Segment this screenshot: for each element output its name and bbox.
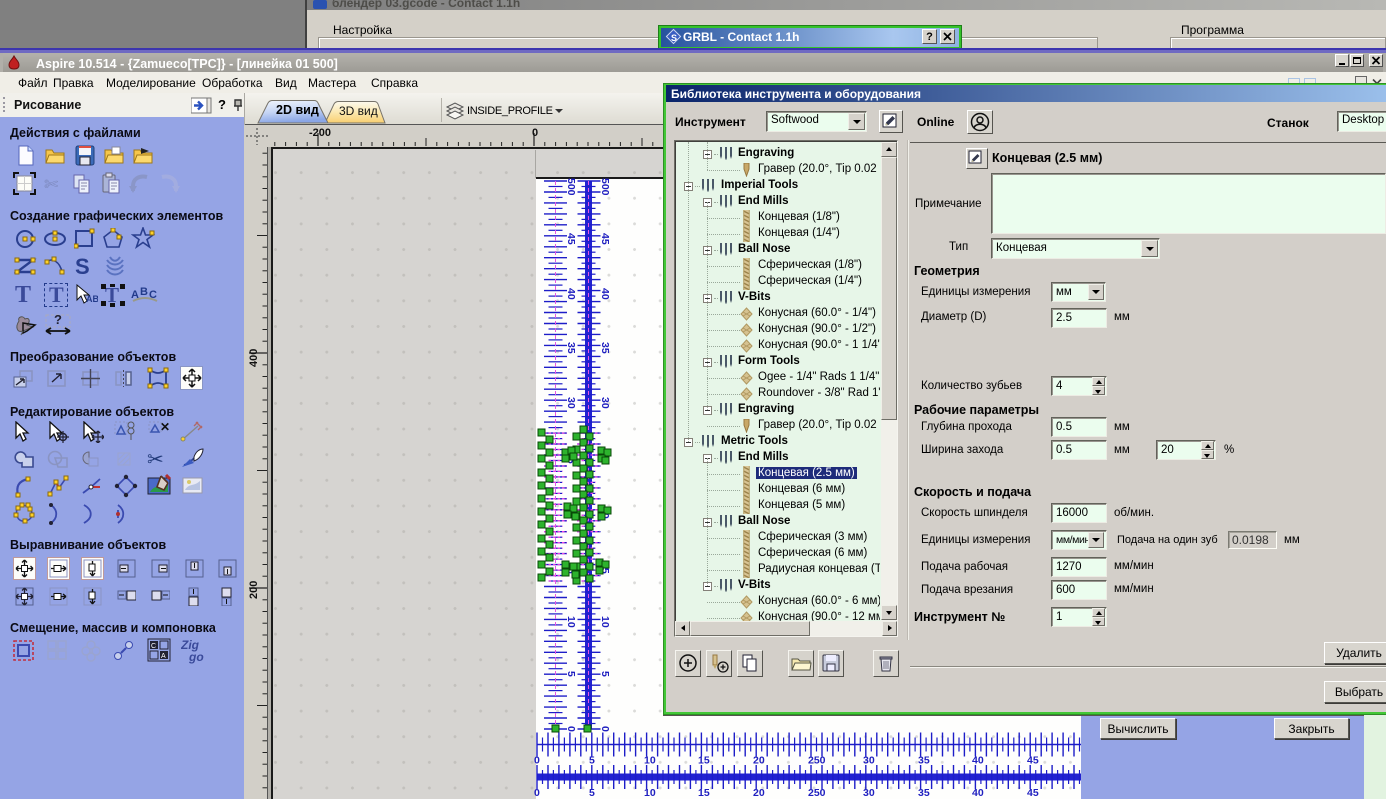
svg-text:AB: AB	[86, 294, 98, 304]
svg-text:go: go	[188, 650, 204, 664]
svg-text:40: 40	[565, 288, 577, 300]
svg-text:0: 0	[534, 787, 540, 799]
svg-text:5: 5	[589, 787, 595, 799]
svg-text:10: 10	[644, 755, 656, 767]
svg-text:30: 30	[863, 787, 875, 799]
svg-text:30: 30	[863, 755, 875, 767]
svg-text:?: ?	[54, 312, 62, 327]
svg-text:✕: ✕	[160, 420, 170, 434]
svg-text:250: 250	[808, 787, 826, 799]
svg-text:45: 45	[1027, 755, 1039, 767]
svg-text:S: S	[75, 255, 90, 277]
svg-text:35: 35	[565, 342, 577, 354]
svg-text:0: 0	[599, 726, 611, 732]
svg-text:10: 10	[565, 616, 577, 628]
svg-text:45: 45	[1027, 787, 1039, 799]
svg-text:5: 5	[565, 671, 577, 677]
svg-text:500: 500	[565, 178, 577, 196]
svg-text:35: 35	[599, 342, 611, 354]
svg-text:45: 45	[565, 233, 577, 245]
svg-text:0: 0	[565, 726, 577, 732]
svg-text:500: 500	[599, 178, 611, 196]
svg-text:C: C	[151, 643, 156, 650]
svg-text:400: 400	[248, 349, 260, 367]
svg-text:200: 200	[248, 581, 260, 599]
svg-text:5: 5	[589, 755, 595, 767]
svg-text:✄: ✄	[44, 175, 59, 194]
svg-text:10: 10	[644, 787, 656, 799]
svg-text:40: 40	[599, 288, 611, 300]
svg-text:20: 20	[753, 755, 765, 767]
svg-text:35: 35	[918, 755, 930, 767]
svg-text:250: 250	[808, 755, 826, 767]
svg-text:45: 45	[599, 233, 611, 245]
svg-text:15: 15	[698, 787, 710, 799]
svg-text:30: 30	[599, 397, 611, 409]
svg-text:15: 15	[698, 755, 710, 767]
svg-text:35: 35	[918, 787, 930, 799]
svg-text:5: 5	[599, 671, 611, 677]
svg-text:40: 40	[972, 787, 984, 799]
svg-text:10: 10	[599, 616, 611, 628]
svg-text:B: B	[140, 287, 148, 298]
svg-text:A: A	[161, 653, 166, 660]
svg-text:30: 30	[565, 397, 577, 409]
svg-text:✂: ✂	[147, 449, 164, 471]
svg-text:0: 0	[534, 755, 540, 767]
svg-text:40: 40	[972, 755, 984, 767]
svg-text:20: 20	[753, 787, 765, 799]
